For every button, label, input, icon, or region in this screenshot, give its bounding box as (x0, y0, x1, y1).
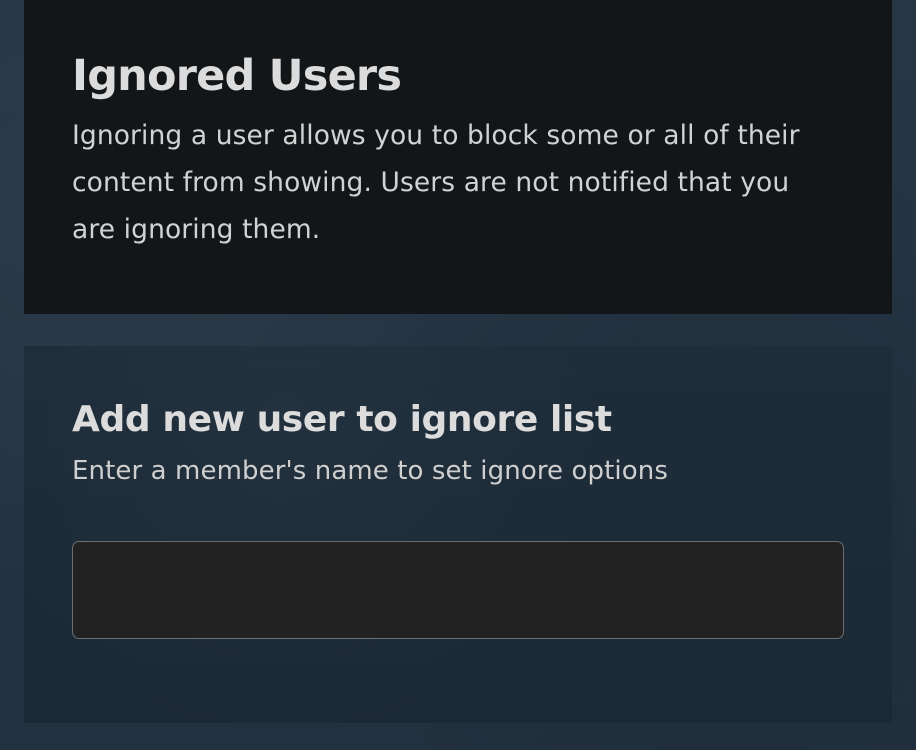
ignored-users-panel: Ignored Users Ignoring a user allows you… (24, 0, 892, 314)
page-title: Ignored Users (72, 51, 402, 101)
member-name-input[interactable] (72, 541, 844, 639)
add-user-subtitle: Enter a member's name to set ignore opti… (72, 456, 668, 486)
add-ignore-user-panel: Add new user to ignore list Enter a memb… (24, 346, 892, 723)
add-user-heading: Add new user to ignore list (72, 399, 612, 440)
ignored-users-description: Ignoring a user allows you to block some… (72, 120, 800, 245)
